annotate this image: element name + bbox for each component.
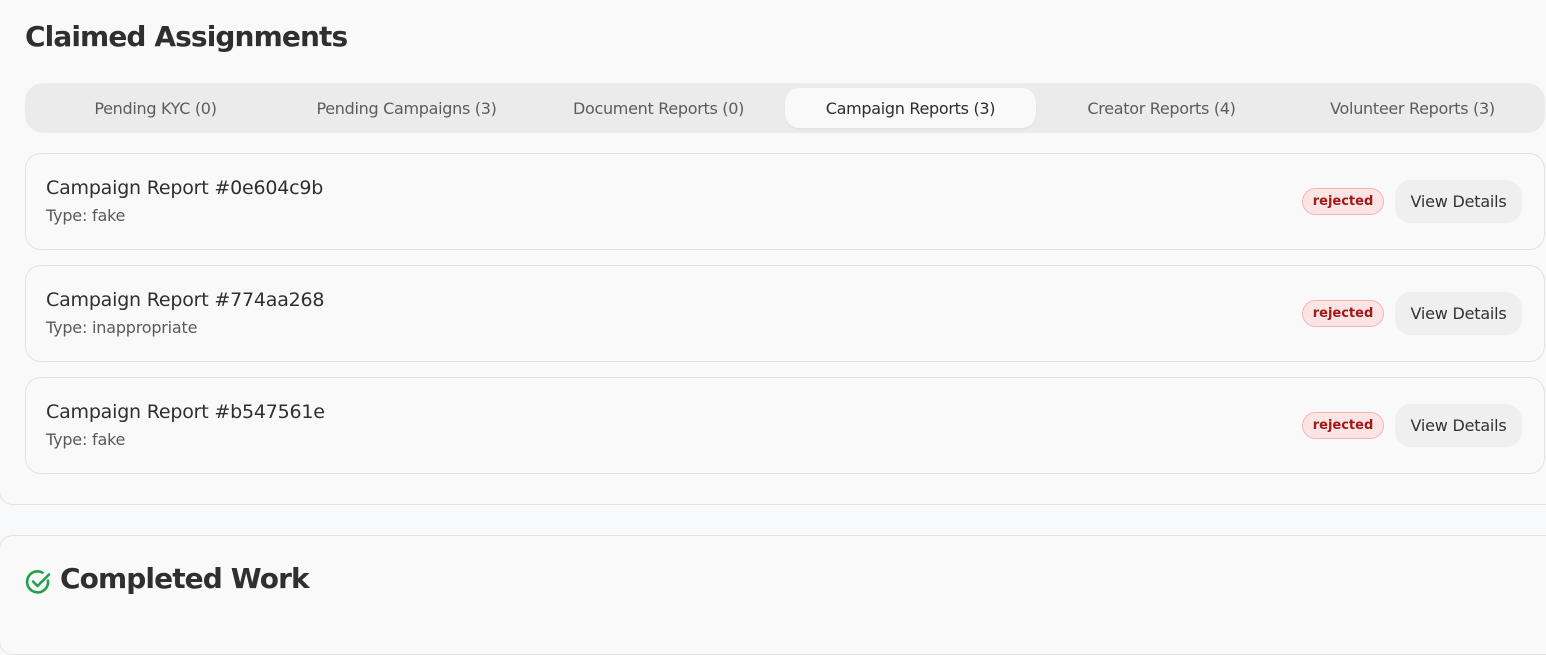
report-type: Type: inappropriate	[46, 318, 198, 337]
report-type: Type: fake	[46, 430, 126, 449]
report-row: Campaign Report #b547561e Type: fake rej…	[25, 377, 1545, 474]
tab-pending-campaigns[interactable]: Pending Campaigns (3)	[281, 88, 532, 128]
check-circle-icon	[25, 570, 51, 594]
section-title-completed-work: Completed Work	[60, 562, 310, 595]
view-details-button[interactable]: View Details	[1395, 404, 1522, 447]
completed-work-card: Completed Work	[0, 535, 1546, 655]
report-title: Campaign Report #774aa268	[46, 289, 325, 311]
report-title: Campaign Report #b547561e	[46, 401, 325, 423]
tab-pending-kyc[interactable]: Pending KYC (0)	[30, 88, 281, 128]
view-details-button[interactable]: View Details	[1395, 292, 1522, 335]
report-row: Campaign Report #774aa268 Type: inapprop…	[25, 265, 1545, 362]
report-title: Campaign Report #0e604c9b	[46, 177, 324, 199]
view-details-button[interactable]: View Details	[1395, 180, 1522, 223]
tab-volunteer-reports[interactable]: Volunteer Reports (3)	[1287, 88, 1538, 128]
tab-creator-reports[interactable]: Creator Reports (4)	[1036, 88, 1287, 128]
report-row: Campaign Report #0e604c9b Type: fake rej…	[25, 153, 1545, 250]
status-badge: rejected	[1302, 300, 1384, 327]
status-badge: rejected	[1302, 188, 1384, 215]
section-title-claimed-assignments: Claimed Assignments	[25, 20, 348, 53]
tab-document-reports[interactable]: Document Reports (0)	[533, 88, 784, 128]
tab-campaign-reports[interactable]: Campaign Reports (3)	[785, 88, 1036, 128]
assignment-tabs: Pending KYC (0) Pending Campaigns (3) Do…	[25, 83, 1545, 133]
status-badge: rejected	[1302, 412, 1384, 439]
report-type: Type: fake	[46, 206, 126, 225]
